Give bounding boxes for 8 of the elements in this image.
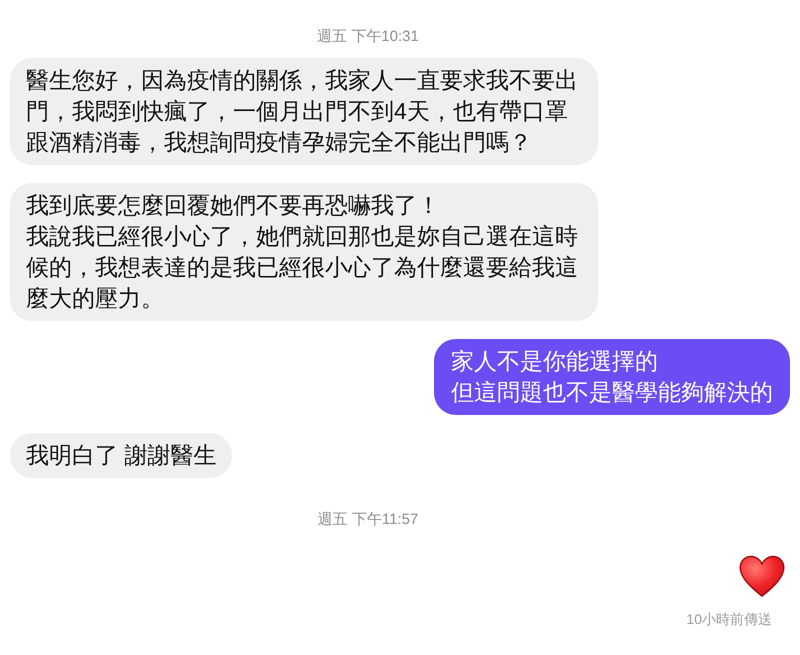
delivery-status: 10小時前傳送 <box>686 610 772 628</box>
timestamp: 週五 下午11:57 <box>318 510 418 530</box>
received-message: 醫生您好，因為疫情的關係，我家人一直要求我不要出門，我悶到快瘋了，一個月出門不到4天，也有帶口罩跟酒精消毒，我想詢問疫情孕婦完全不能出門嗎？ <box>10 58 598 165</box>
timestamp: 週五 下午10:31 <box>317 27 419 47</box>
heart-icon <box>739 555 785 598</box>
received-message: 我明白了 謝謝醫生 <box>10 433 232 478</box>
sent-message: 家人不是你能選擇的 但這問題也不是醫學能夠解決的 <box>434 339 790 415</box>
received-message: 我到底要怎麼回覆她們不要再恐嚇我了！ 我說我已經很小心了，她們就回那也是妳自己選在這時候的，我想表達的是我已經很小心了為什麼還要給我這麼大的壓力。 <box>10 183 598 321</box>
